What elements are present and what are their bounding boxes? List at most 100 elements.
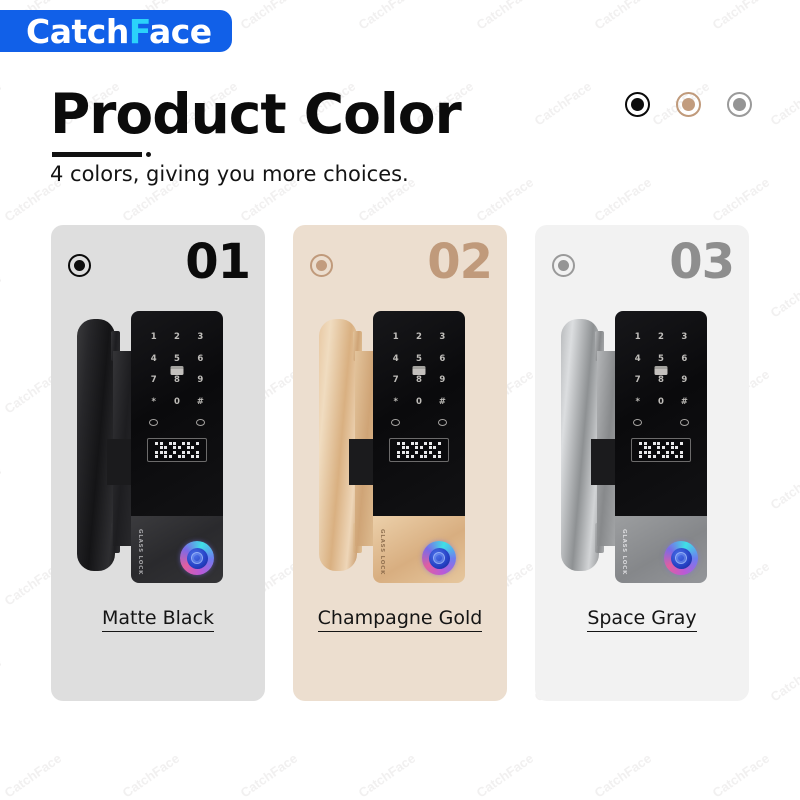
keypad-key-5[interactable]: 5 <box>174 354 180 364</box>
keypad-key-star[interactable]: * <box>393 397 397 407</box>
numeric-keypad[interactable]: 1 2 3 4 5 6 7 8 9 * 0 # <box>626 333 696 406</box>
keypad-key-hash[interactable]: # <box>197 397 204 407</box>
oled-pixel <box>155 441 159 445</box>
logo-prefix: Catch <box>26 11 129 51</box>
keypad-key-3[interactable]: 3 <box>439 333 445 342</box>
oled-pixel <box>155 455 159 459</box>
function-key-row[interactable] <box>149 419 205 426</box>
unlock-key[interactable] <box>149 419 158 426</box>
keypad-key-5[interactable]: 5 <box>658 354 664 364</box>
swatch-matte-black[interactable] <box>625 92 650 117</box>
oled-pixel <box>680 446 683 449</box>
keypad-key-6[interactable]: 6 <box>439 354 445 364</box>
keypad-key-6[interactable]: 6 <box>681 354 687 364</box>
watermark-text: CatchFace <box>591 750 655 800</box>
unlock-key[interactable] <box>391 419 400 426</box>
oled-pixel <box>187 455 190 458</box>
oled-pixel <box>639 455 643 459</box>
card-color-dot-fill <box>74 260 85 271</box>
lock-key[interactable] <box>196 419 205 426</box>
oled-pixel <box>159 450 163 454</box>
keypad-key-7[interactable]: 7 <box>635 376 641 385</box>
keypad-key-7[interactable]: 7 <box>151 376 157 385</box>
function-key-row[interactable] <box>391 419 447 426</box>
product-card-space-gray[interactable]: 03 1 2 3 4 5 6 7 8 9 * 0 # GLASS LOCK Space Gray <box>535 225 749 701</box>
oled-pixel <box>401 446 405 450</box>
numeric-keypad[interactable]: 1 2 3 4 5 6 7 8 9 * 0 # <box>142 333 212 406</box>
keypad-key-0[interactable]: 0 <box>658 397 664 407</box>
oled-pixel-grid <box>397 441 441 459</box>
keypad-key-2[interactable]: 2 <box>416 333 422 342</box>
watermark-text: CatchFace <box>767 78 800 129</box>
keypad-key-hash[interactable]: # <box>681 397 688 407</box>
keypad-key-2[interactable]: 2 <box>658 333 664 342</box>
swatch-space-gray[interactable] <box>727 92 752 117</box>
fingerprint-sensor[interactable] <box>180 541 214 575</box>
oled-pixel <box>657 446 661 450</box>
keypad-key-5[interactable]: 5 <box>416 354 422 364</box>
oled-pixel <box>410 441 414 445</box>
fingerprint-sensor[interactable] <box>664 541 698 575</box>
swatch-fill <box>682 98 695 111</box>
oled-pixel <box>644 455 647 458</box>
title-underline-rule <box>52 152 151 157</box>
keypad-key-7[interactable]: 7 <box>393 376 399 385</box>
swatch-champagne-gold[interactable] <box>676 92 701 117</box>
oled-pixel <box>639 441 643 445</box>
watermark-text: CatchFace <box>237 750 301 800</box>
keypad-key-0[interactable]: 0 <box>174 397 180 407</box>
card-color-dot-icon <box>310 254 333 277</box>
keypad-key-3[interactable]: 3 <box>197 333 203 342</box>
numeric-keypad[interactable]: 1 2 3 4 5 6 7 8 9 * 0 # <box>384 333 454 406</box>
keypad-key-4[interactable]: 4 <box>635 354 641 364</box>
keypad-key-9[interactable]: 9 <box>681 376 687 385</box>
oled-pixel <box>402 455 405 458</box>
keypad-key-1[interactable]: 1 <box>393 333 399 342</box>
oled-pixel <box>653 451 656 454</box>
keypad-key-9[interactable]: 9 <box>439 376 445 385</box>
keypad-key-4[interactable]: 4 <box>393 354 399 364</box>
keypad-key-6[interactable]: 6 <box>197 354 203 364</box>
product-card-champagne-gold[interactable]: 02 1 2 3 4 5 6 7 8 9 * 0 # GLASS LOCK Champagne Gold <box>293 225 507 701</box>
keypad-key-8[interactable]: 8 <box>170 366 184 385</box>
keypad-key-hash[interactable]: # <box>439 397 446 407</box>
keypad-key-8[interactable]: 8 <box>412 366 426 385</box>
card-color-dot-fill <box>316 260 327 271</box>
watermark-text: CatchFace <box>709 750 773 800</box>
oled-pixel <box>411 446 414 449</box>
oled-pixel <box>196 446 199 449</box>
keypad-key-1[interactable]: 1 <box>635 333 641 342</box>
oled-pixel <box>437 450 441 454</box>
keypad-key-0[interactable]: 0 <box>416 397 422 407</box>
oled-pixel <box>164 446 168 450</box>
keypad-key-4[interactable]: 4 <box>151 354 157 364</box>
oled-pixel <box>429 455 432 458</box>
oled-pixel <box>182 450 186 454</box>
color-swatch-selector[interactable] <box>625 92 752 117</box>
keypad-key-star[interactable]: * <box>151 397 155 407</box>
keypad-key-3[interactable]: 3 <box>681 333 687 342</box>
keypad-key-2[interactable]: 2 <box>174 333 180 342</box>
oled-pixel <box>164 455 168 459</box>
function-key-row[interactable] <box>633 419 689 426</box>
fingerprint-ridges-icon <box>433 552 445 564</box>
keypad-key-1[interactable]: 1 <box>151 333 157 342</box>
keypad-key-8[interactable]: 8 <box>654 366 668 385</box>
fingerprint-sensor[interactable] <box>422 541 456 575</box>
product-card-matte-black[interactable]: 01 1 2 3 4 5 6 7 8 9 * 0 # GLASS LOCK Matte Black <box>51 225 265 701</box>
touch-glass-surface[interactable]: 1 2 3 4 5 6 7 8 9 * 0 # <box>131 311 223 516</box>
touch-glass-surface[interactable]: 1 2 3 4 5 6 7 8 9 * 0 # <box>615 311 707 516</box>
oled-pixel <box>666 441 670 445</box>
lock-key[interactable] <box>438 419 447 426</box>
touch-glass-surface[interactable]: 1 2 3 4 5 6 7 8 9 * 0 # <box>373 311 465 516</box>
lock-key[interactable] <box>680 419 689 426</box>
card-color-label: Champagne Gold <box>293 607 507 632</box>
smart-lock-device: 1 2 3 4 5 6 7 8 9 * 0 # GLASS LOCK <box>51 311 265 601</box>
keypad-key-star[interactable]: * <box>635 397 639 407</box>
unlock-key[interactable] <box>633 419 642 426</box>
panel-lower-body: GLASS LOCK <box>131 516 223 583</box>
keypad-key-9[interactable]: 9 <box>197 376 203 385</box>
oled-pixel <box>397 441 401 445</box>
fingerprint-core <box>428 547 450 569</box>
swatch-fill <box>733 98 746 111</box>
